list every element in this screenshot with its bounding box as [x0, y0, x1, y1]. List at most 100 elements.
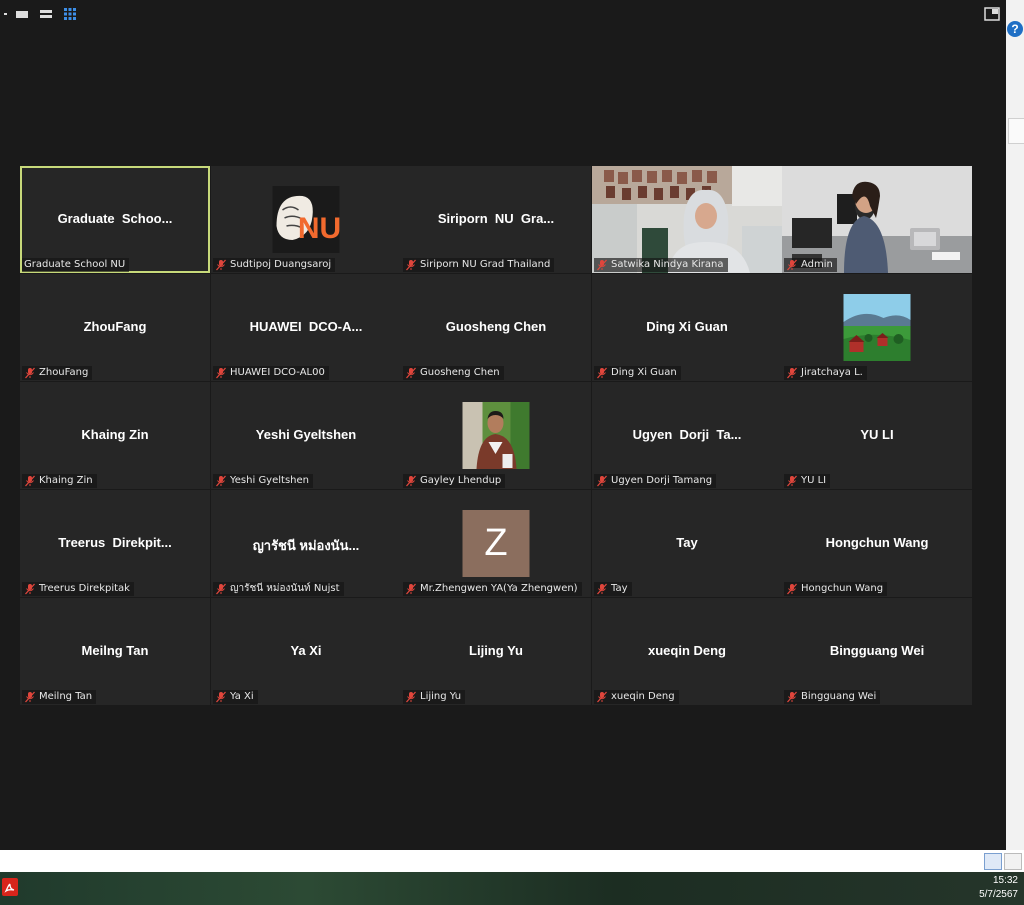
participant-name: Yeshi Gyeltshen	[230, 475, 309, 486]
participant-tile[interactable]: Satwika Nindya Kirana	[592, 166, 782, 273]
windows-taskbar	[0, 872, 1024, 905]
participant-tile[interactable]: Hongchun Wang Hongchun Wang	[782, 490, 972, 597]
participant-nameplate: Satwika Nindya Kirana	[594, 258, 728, 272]
participant-nameplate: Jiratchaya L.	[784, 366, 867, 380]
participant-name: Siriporn NU Grad Thailand	[420, 259, 551, 270]
participant-tile[interactable]: Ya Xi Ya Xi	[211, 598, 401, 705]
adobe-acrobat-icon[interactable]	[2, 878, 18, 896]
participant-tile[interactable]: Jiratchaya L.	[782, 274, 972, 381]
participant-nameplate: Siriporn NU Grad Thailand	[403, 258, 555, 272]
participant-name: Tay	[611, 583, 628, 594]
participant-tile[interactable]: Yeshi Gyeltshen Yeshi Gyeltshen	[211, 382, 401, 489]
participant-display-name: Treerus Direkpit...	[58, 535, 172, 550]
participant-name: Khaing Zin	[39, 475, 93, 486]
participant-name: Sudtipoj Duangsaroj	[230, 259, 332, 270]
system-clock[interactable]: 15:32 5/7/2567	[979, 874, 1018, 902]
participant-tile[interactable]: ญารัชนี หม่องนัน... ญารัชนี หม่องนันท์ Nu…	[211, 490, 401, 597]
speaker-view-icon[interactable]	[14, 6, 30, 22]
participant-nameplate: Lijing Yu	[403, 690, 466, 704]
participant-tile[interactable]: xueqin Deng xueqin Deng	[592, 598, 782, 705]
thumbnail-view-button[interactable]	[1004, 853, 1022, 870]
muted-microphone-icon	[596, 583, 611, 595]
participant-tile[interactable]: Ding Xi Guan Ding Xi Guan	[592, 274, 782, 381]
participant-tile[interactable]: Lijing Yu Lijing Yu	[401, 598, 591, 705]
participant-name: ญารัชนี หม่องนันท์ Nujst	[230, 583, 340, 594]
help-icon[interactable]: ?	[1007, 21, 1023, 37]
participant-nameplate: Ding Xi Guan	[594, 366, 681, 380]
profile-logo: NU	[272, 186, 340, 253]
profile-picture	[462, 402, 530, 469]
participant-name: Admin	[801, 259, 833, 270]
participant-nameplate: Bingguang Wei	[784, 690, 881, 704]
participant-nameplate: Ugyen Dorji Tamang	[594, 474, 717, 488]
participant-nameplate: Treerus Direkpitak	[22, 582, 134, 596]
muted-microphone-icon	[405, 475, 420, 487]
participant-tile[interactable]: Graduate Schoo... Graduate School NU	[20, 166, 210, 273]
participant-tile[interactable]: Ugyen Dorji Ta... Ugyen Dorji Tamang	[592, 382, 782, 489]
participant-tile[interactable]: Gayley Lhendup	[401, 382, 591, 489]
muted-microphone-icon	[24, 367, 39, 379]
panel-tab[interactable]	[1008, 118, 1024, 144]
video-feed	[782, 166, 972, 273]
participant-display-name: Lijing Yu	[469, 643, 523, 658]
participant-tile[interactable]: Bingguang Wei Bingguang Wei	[782, 598, 972, 705]
participant-nameplate: Mr.Zhengwen YA(Ya Zhengwen)	[403, 582, 582, 596]
participant-nameplate: YU LI	[784, 474, 831, 488]
view-buttons	[984, 853, 1022, 870]
participant-nameplate: Tay	[594, 582, 632, 596]
participant-name: ZhouFang	[39, 367, 89, 378]
participant-tile[interactable]: ZhouFang ZhouFang	[20, 274, 210, 381]
muted-microphone-icon	[596, 475, 611, 487]
participant-tile[interactable]: Khaing Zin Khaing Zin	[20, 382, 210, 489]
participant-tile[interactable]: Guosheng Chen Guosheng Chen	[401, 274, 591, 381]
participant-nameplate: HUAWEI DCO-AL00	[213, 366, 329, 380]
participant-name: Meilng Tan	[39, 691, 93, 702]
gallery-view-icon[interactable]	[62, 6, 78, 22]
muted-microphone-icon	[596, 691, 611, 703]
participant-nameplate: xueqin Deng	[594, 690, 679, 704]
participant-display-name: Guosheng Chen	[445, 319, 547, 334]
participant-tile[interactable]: YU LI YU LI	[782, 382, 972, 489]
muted-microphone-icon	[215, 475, 230, 487]
participant-nameplate: Gayley Lhendup	[403, 474, 506, 488]
participant-nameplate: Admin	[784, 258, 837, 272]
muted-microphone-icon	[786, 691, 801, 703]
participant-display-name: Ding Xi Guan	[646, 319, 728, 334]
participant-name: Satwika Nindya Kirana	[611, 259, 724, 270]
participant-tile[interactable]: Meilng Tan Meilng Tan	[20, 598, 210, 705]
participant-tile[interactable]: Z Mr.Zhengwen YA(Ya Zhengwen)	[401, 490, 591, 597]
participant-display-name: Yeshi Gyeltshen	[255, 427, 357, 442]
participant-display-name: Bingguang Wei	[829, 643, 925, 658]
list-view-button[interactable]	[984, 853, 1002, 870]
exit-fullscreen-icon[interactable]	[984, 6, 1000, 21]
participant-tile[interactable]: Treerus Direkpit... Treerus Direkpitak	[20, 490, 210, 597]
participant-nameplate: Khaing Zin	[22, 474, 97, 488]
muted-microphone-icon	[215, 259, 230, 271]
participant-name: Mr.Zhengwen YA(Ya Zhengwen)	[420, 583, 578, 594]
participant-display-name: HUAWEI DCO-A...	[249, 319, 363, 334]
stacked-view-icon[interactable]	[38, 6, 54, 22]
participant-display-name: ZhouFang	[83, 319, 147, 334]
zoom-meeting-window: Graduate Schoo... Graduate School NU NU Sud…	[0, 0, 1007, 850]
participant-display-name: Meilng Tan	[81, 643, 149, 658]
muted-microphone-icon	[786, 367, 801, 379]
participant-display-name: Hongchun Wang	[825, 535, 929, 550]
muted-microphone-icon	[405, 583, 420, 595]
participant-nameplate: Hongchun Wang	[784, 582, 888, 596]
participant-display-name: Ya Xi	[290, 643, 322, 658]
participant-tile[interactable]: Siriporn NU Gra... Siriporn NU Grad Thail…	[401, 166, 591, 273]
participant-tile[interactable]: HUAWEI DCO-A... HUAWEI DCO-AL00	[211, 274, 401, 381]
participant-tile[interactable]: Admin	[782, 166, 972, 273]
participant-name: Hongchun Wang	[801, 583, 884, 594]
clock-date: 5/7/2567	[979, 889, 1018, 900]
participant-nameplate: Sudtipoj Duangsaroj	[213, 258, 336, 272]
muted-microphone-icon	[596, 367, 611, 379]
participant-display-name: Siriporn NU Gra...	[437, 211, 555, 226]
muted-microphone-icon	[24, 475, 39, 487]
participant-tile[interactable]: Tay Tay	[592, 490, 782, 597]
muted-microphone-icon	[24, 583, 39, 595]
muted-microphone-icon	[215, 691, 230, 703]
participant-tile[interactable]: NU Sudtipoj Duangsaroj	[211, 166, 401, 273]
participant-name: Jiratchaya L.	[801, 367, 863, 378]
muted-microphone-icon	[405, 691, 420, 703]
